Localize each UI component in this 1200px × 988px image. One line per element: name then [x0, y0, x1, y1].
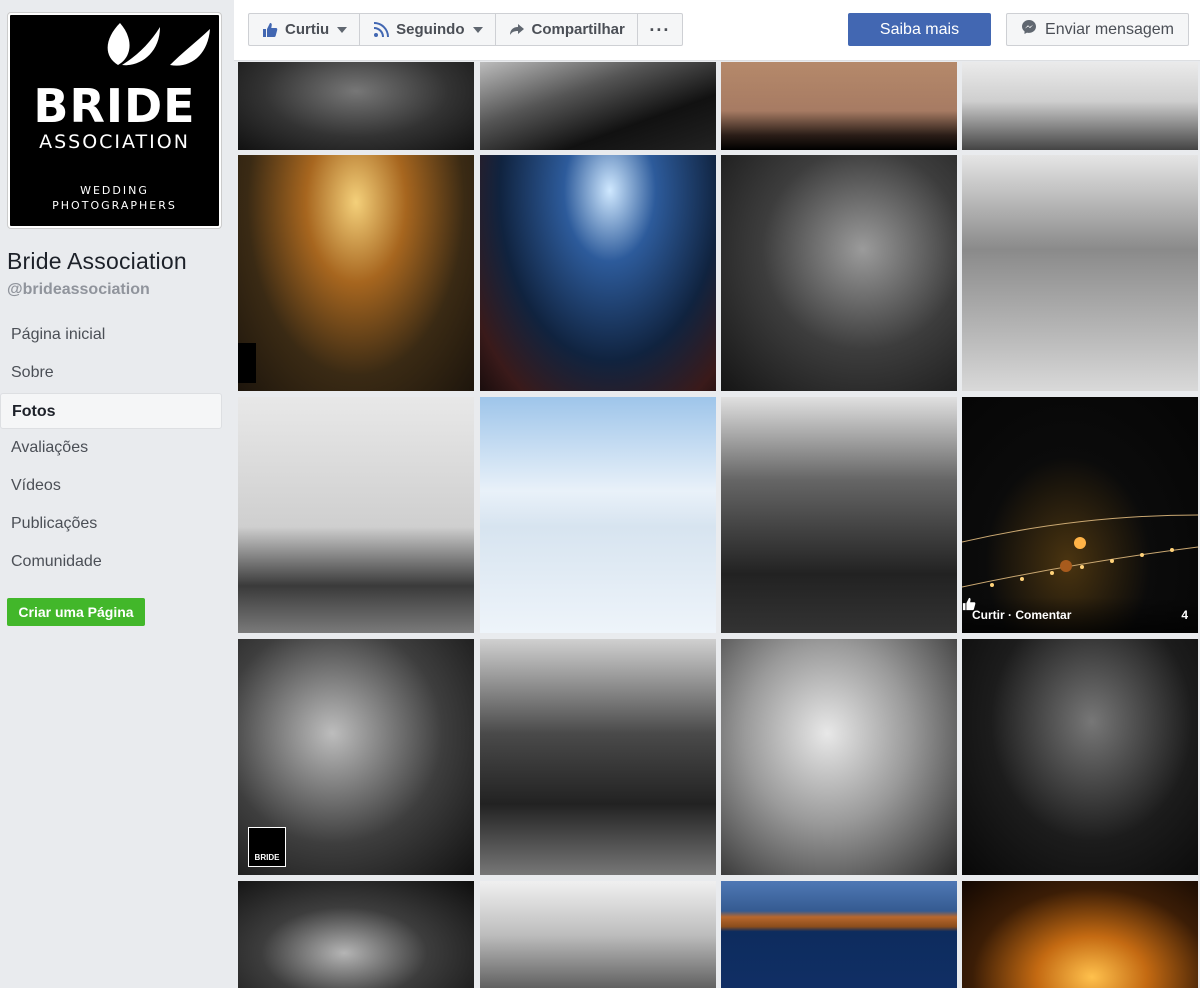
more-options-button[interactable]: ··· [638, 14, 682, 45]
photo-hover-overlay: Curtir · Comentar 4 [962, 597, 1198, 633]
logo-brand-sub: ASSOCIATION [39, 131, 190, 153]
send-message-button[interactable]: Enviar mensagem [1006, 13, 1189, 46]
send-message-label: Enviar mensagem [1045, 20, 1174, 38]
nav-item-community[interactable]: Comunidade [0, 544, 222, 580]
nav-item-about[interactable]: Sobre [0, 355, 222, 391]
photo-thumbnail[interactable] [480, 62, 716, 150]
logo-tagline: WEDDING PHOTOGRAPHERS [52, 184, 177, 212]
overlay-separator: · [1008, 608, 1013, 622]
photo-thumbnail[interactable] [480, 881, 716, 988]
watermark-logo [238, 343, 256, 383]
photo-thumbnail[interactable] [238, 397, 474, 633]
learn-more-button[interactable]: Saiba mais [848, 13, 991, 46]
page-nav: Página inicial Sobre Fotos Avaliações Ví… [0, 317, 222, 582]
photo-thumbnail[interactable] [480, 639, 716, 875]
chevron-down-icon [337, 26, 348, 33]
photo-thumbnail[interactable] [721, 62, 957, 150]
photo-thumbnail[interactable] [721, 155, 957, 391]
photo-grid: Curtir · Comentar 4 BRIDE [238, 62, 1200, 988]
more-dots-icon: ··· [649, 19, 671, 40]
share-label: Compartilhar [531, 21, 625, 38]
liked-label: Curtiu [285, 21, 330, 38]
photo-thumbnail[interactable]: BRIDE [238, 639, 474, 875]
page-action-bar: Curtiu Seguindo Compartilhar ··· Saiba m… [234, 0, 1200, 61]
photo-thumbnail[interactable] [962, 881, 1198, 988]
nav-item-photos[interactable]: Fotos [0, 392, 222, 429]
photo-thumbnail[interactable] [721, 881, 957, 988]
photo-thumbnail[interactable] [962, 62, 1198, 150]
following-button[interactable]: Seguindo [360, 14, 496, 45]
following-label: Seguindo [396, 21, 465, 38]
photo-like-count[interactable]: 4 [962, 597, 1188, 622]
page-handle[interactable]: @brideassociation [7, 281, 150, 299]
page-name[interactable]: Bride Association [7, 248, 187, 275]
like-count-value: 4 [1181, 608, 1188, 622]
photo-thumbnail[interactable] [238, 62, 474, 150]
photo-thumbnail[interactable] [480, 397, 716, 633]
nav-item-videos[interactable]: Vídeos [0, 468, 222, 504]
messenger-icon [1021, 19, 1037, 40]
photo-comment-link[interactable]: Comentar [1015, 608, 1071, 622]
left-sidebar: BRIDE ASSOCIATION WEDDING PHOTOGRAPHERS … [0, 0, 232, 988]
photo-thumbnail[interactable] [962, 639, 1198, 875]
photo-thumbnail[interactable] [721, 397, 957, 633]
thumbs-up-icon [261, 21, 279, 39]
nav-item-home[interactable]: Página inicial [0, 317, 222, 353]
nav-item-reviews[interactable]: Avaliações [0, 430, 222, 466]
photo-thumbnail[interactable] [238, 881, 474, 988]
watermark-logo: BRIDE [248, 827, 286, 867]
photo-thumbnail[interactable] [721, 639, 957, 875]
chevron-down-icon [472, 26, 483, 33]
page-profile-logo[interactable]: BRIDE ASSOCIATION WEDDING PHOTOGRAPHERS [8, 13, 221, 228]
liked-button[interactable]: Curtiu [249, 14, 361, 45]
rss-icon [372, 21, 390, 39]
create-page-button[interactable]: Criar uma Página [7, 598, 145, 626]
nav-item-posts[interactable]: Publicações [0, 506, 222, 542]
photo-like-link[interactable]: Curtir [972, 608, 1005, 622]
share-arrow-icon [508, 21, 526, 39]
logo-brand-main: BRIDE [33, 79, 196, 133]
photo-thumbnail[interactable] [480, 155, 716, 391]
photo-thumbnail[interactable] [962, 155, 1198, 391]
thumbs-up-icon [962, 597, 976, 611]
photo-thumbnail[interactable] [238, 155, 474, 391]
photo-thumbnail-hovered[interactable]: Curtir · Comentar 4 [962, 397, 1198, 633]
share-button[interactable]: Compartilhar [496, 14, 638, 45]
page-action-group: Curtiu Seguindo Compartilhar ··· [248, 13, 683, 46]
